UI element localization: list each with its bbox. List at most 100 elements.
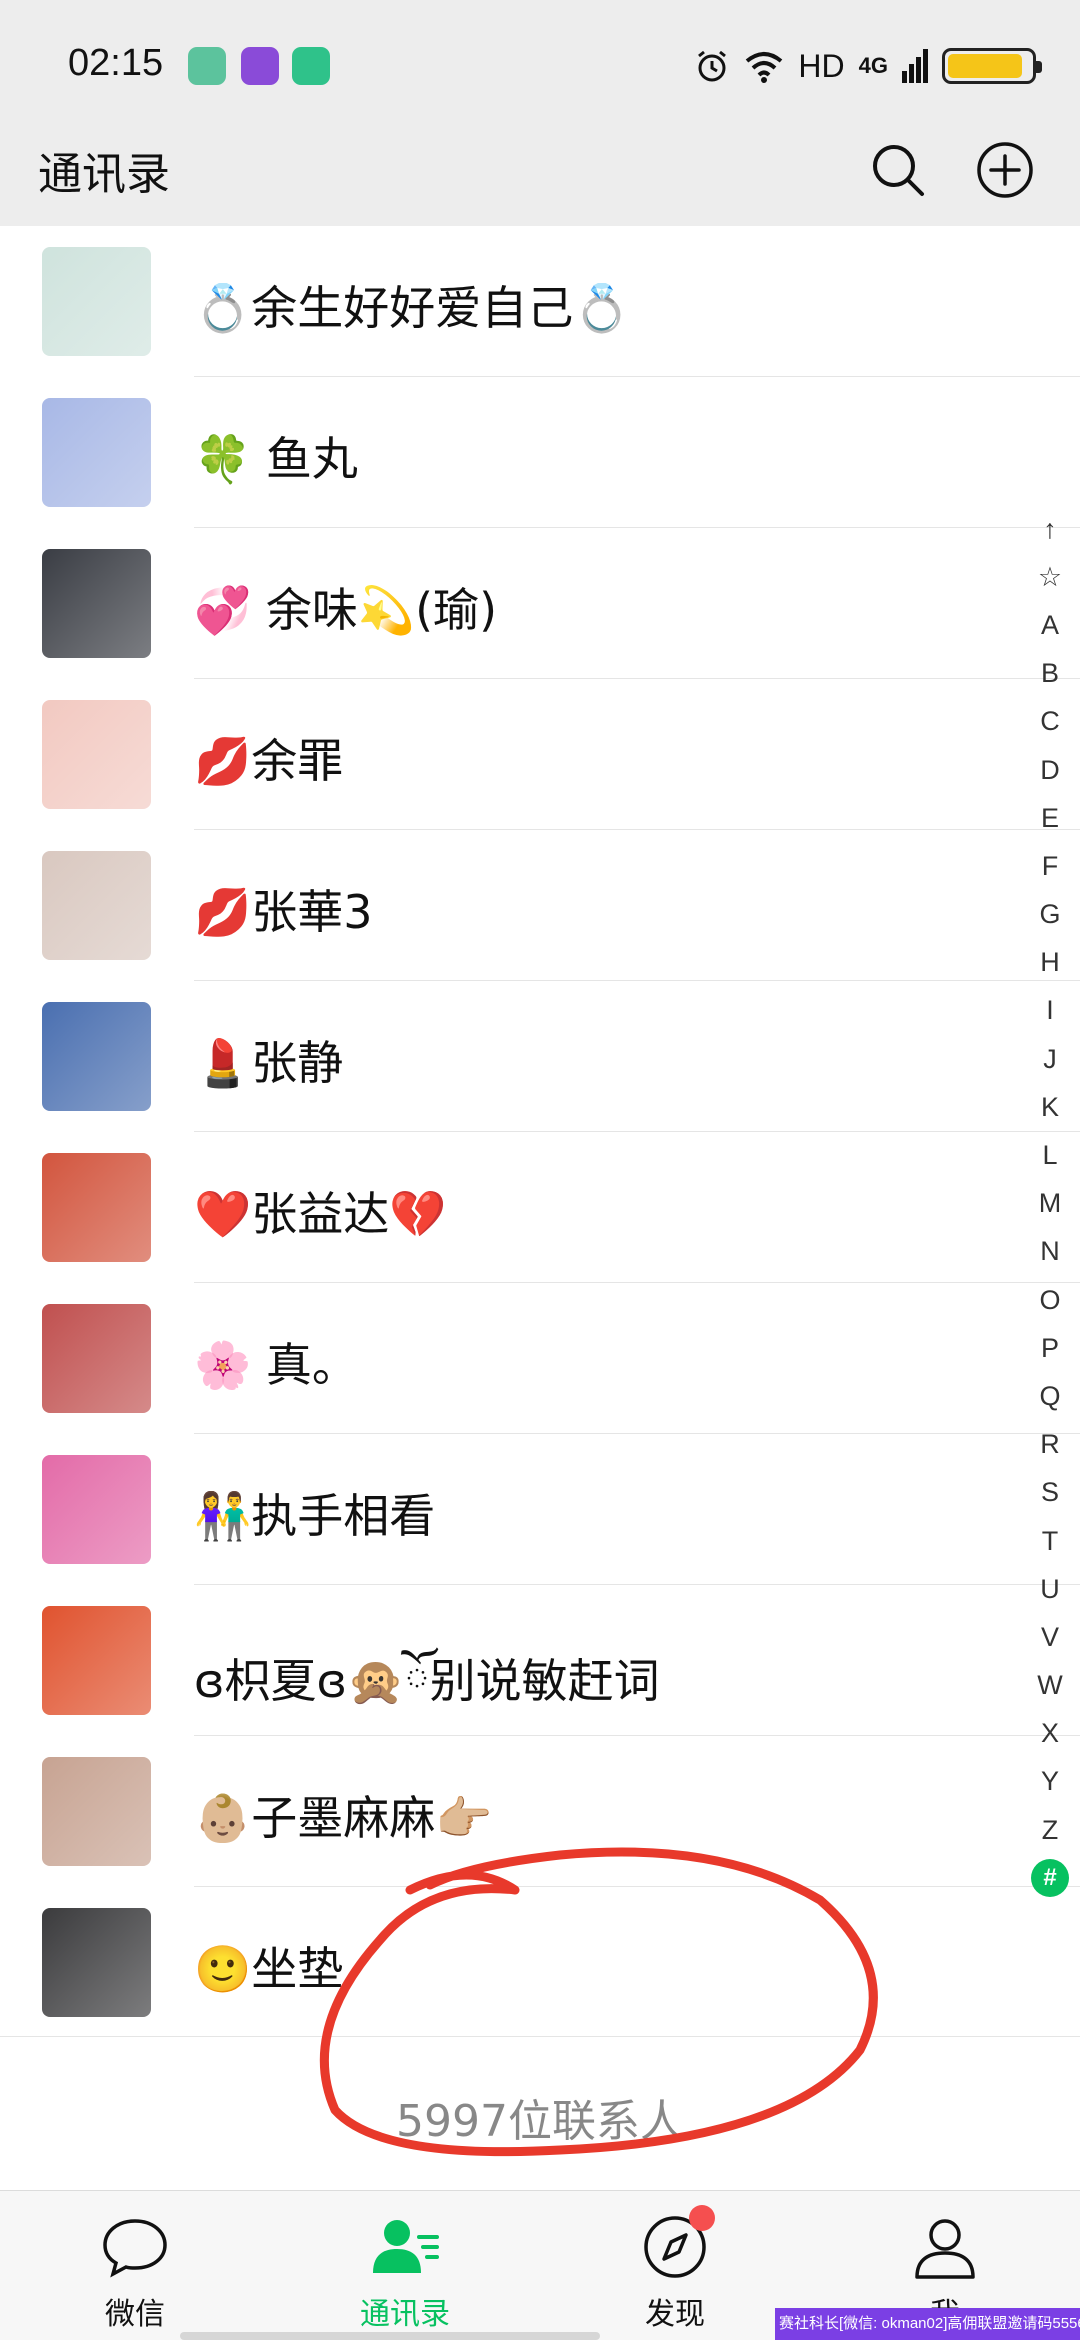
index-letter[interactable]: H <box>1020 939 1080 987</box>
alarm-icon <box>698 50 727 82</box>
watermark-banner: 赛社科长[微信: okman02]高佣联盟邀请码555668 <box>775 2308 1080 2340</box>
index-letter[interactable]: Z <box>1020 1806 1080 1854</box>
index-letter[interactable]: K <box>1020 1083 1080 1131</box>
contact-name: 👶🏼子墨麻麻👉🏼 <box>194 1791 493 1845</box>
index-letter[interactable]: ↑ <box>1020 505 1080 553</box>
index-letter-active[interactable]: # <box>1020 1854 1080 1902</box>
status-time: 02:15 <box>68 42 164 84</box>
hd-indicator: HD <box>798 47 845 84</box>
contact-name: 💋张華3 <box>194 885 373 939</box>
contact-list: 💍余生好好爱自己💍 🍀 鱼丸 💞 余味💫(瑜) 💋余罪 💋张華3 💄张静 ❤️张益达💔 🌸 真… <box>0 226 1080 2038</box>
photo-avatar <box>42 1757 151 1866</box>
home-indicator[interactable] <box>180 2332 600 2340</box>
notification-badge <box>689 2205 715 2231</box>
photo-avatar <box>42 851 151 960</box>
tab-label-discover: 发现 <box>645 2297 705 2332</box>
tab-chats[interactable]: 微信 <box>0 2191 270 2340</box>
contact-row[interactable]: 🌸 真。 <box>0 1283 1080 1434</box>
contact-name: 🍀 鱼丸 <box>194 432 358 486</box>
contact-row[interactable]: 💞 余味💫(瑜) <box>0 528 1080 679</box>
index-letter[interactable]: S <box>1020 1469 1080 1517</box>
tab-label-contacts: 通讯录 <box>360 2297 450 2332</box>
photo-avatar <box>42 549 151 658</box>
tab-contacts[interactable]: 通讯录 <box>270 2191 540 2340</box>
contact-row[interactable]: 💄张静 <box>0 981 1080 1132</box>
contact-name: ❤️张益达💔 <box>194 1187 447 1241</box>
sim-app-icon <box>188 47 226 85</box>
index-letter[interactable]: R <box>1020 1421 1080 1469</box>
illustration-avatar <box>42 1606 151 1715</box>
signal-icon <box>902 49 928 83</box>
contact-row[interactable]: 🙂坐垫 <box>0 1887 1080 2038</box>
photo-avatar <box>42 1455 151 1564</box>
contact-name: 🌸 真。 <box>194 1338 358 1392</box>
index-letter[interactable]: I <box>1020 987 1080 1035</box>
compass-icon <box>639 2205 715 2283</box>
contact-row[interactable]: 🍀 鱼丸 <box>0 377 1080 528</box>
gallery-app-icon <box>241 47 279 85</box>
index-letter[interactable]: A <box>1020 601 1080 649</box>
index-letter[interactable]: J <box>1020 1035 1080 1083</box>
add-button[interactable] <box>965 130 1045 210</box>
contact-count: 5997位联系人 <box>396 2096 684 2147</box>
search-button[interactable] <box>858 130 938 210</box>
index-letter[interactable]: D <box>1020 746 1080 794</box>
cartoon-girl-avatar <box>42 398 151 507</box>
index-letter[interactable]: C <box>1020 698 1080 746</box>
index-letter[interactable]: O <box>1020 1276 1080 1324</box>
index-letter[interactable]: N <box>1020 1228 1080 1276</box>
status-bar: 02:15 HD 4G <box>0 0 1080 130</box>
contact-name: 💋余罪 <box>194 734 344 788</box>
index-letter[interactable]: B <box>1020 650 1080 698</box>
illustrated-girl-avatar <box>42 247 151 356</box>
plus-circle-icon <box>977 142 1033 198</box>
contact-row[interactable]: 💋余罪 <box>0 679 1080 830</box>
contact-row[interactable]: 💍余生好好爱自己💍 <box>0 226 1080 377</box>
header: 通讯录 <box>0 130 1080 226</box>
tab-label-chats: 微信 <box>105 2297 165 2332</box>
contact-row[interactable]: ❤️张益达💔 <box>0 1132 1080 1283</box>
contacts-icon <box>369 2211 441 2283</box>
index-letter[interactable]: L <box>1020 1131 1080 1179</box>
index-letter[interactable]: E <box>1020 794 1080 842</box>
contact-name: 🙂坐垫 <box>194 1942 344 1996</box>
index-letter[interactable]: G <box>1020 891 1080 939</box>
index-letter[interactable]: Y <box>1020 1758 1080 1806</box>
index-letter[interactable]: Q <box>1020 1372 1080 1420</box>
photo-avatar <box>42 1002 151 1111</box>
index-letter[interactable]: W <box>1020 1662 1080 1710</box>
list-footer-divider <box>0 2036 1080 2037</box>
person-icon <box>909 2211 981 2283</box>
tab-discover[interactable]: 发现 <box>540 2191 810 2340</box>
index-letter[interactable]: ☆ <box>1020 553 1080 601</box>
contact-name: 💍余生好好爱自己💍 <box>194 281 631 335</box>
status-right-group: HD 4G <box>694 44 1042 88</box>
index-letter[interactable]: P <box>1020 1324 1080 1372</box>
index-letter[interactable]: U <box>1020 1565 1080 1613</box>
battery-level <box>948 54 1022 78</box>
search-icon <box>873 145 924 196</box>
contact-name: 👫执手相看 <box>194 1489 436 1543</box>
illustration-avatar <box>42 1153 151 1262</box>
index-letter[interactable]: X <box>1020 1710 1080 1758</box>
alphabet-index-bar[interactable]: ↑ ☆ A B C D E F G H I J K L M N O P Q R S T U V W X Y Z # <box>1020 505 1080 1902</box>
anime-avatar <box>42 700 151 809</box>
photo-avatar <box>42 1304 151 1413</box>
contact-row[interactable]: 💋张華3 <box>0 830 1080 981</box>
wifi-icon <box>746 52 783 83</box>
contact-row[interactable]: 👶🏼子墨麻麻👉🏼 <box>0 1736 1080 1887</box>
index-letter[interactable]: T <box>1020 1517 1080 1565</box>
contact-row[interactable]: 👫执手相看 <box>0 1434 1080 1585</box>
page-title: 通讯录 <box>38 149 170 200</box>
phone-app-icon <box>292 47 330 85</box>
chat-bubble-icon <box>99 2211 171 2283</box>
anime-avatar <box>42 1908 151 2017</box>
index-letter[interactable]: F <box>1020 842 1080 890</box>
contact-name: 💄张静 <box>194 1036 344 1090</box>
contact-row[interactable]: ɞ枳夏ɞ🙊ོ别说敏赶词 <box>0 1585 1080 1736</box>
index-letter[interactable]: V <box>1020 1613 1080 1661</box>
battery-icon <box>942 48 1042 84</box>
network-type: 4G <box>858 53 888 78</box>
contact-name: 💞 余味💫(瑜) <box>194 583 498 637</box>
index-letter[interactable]: M <box>1020 1180 1080 1228</box>
